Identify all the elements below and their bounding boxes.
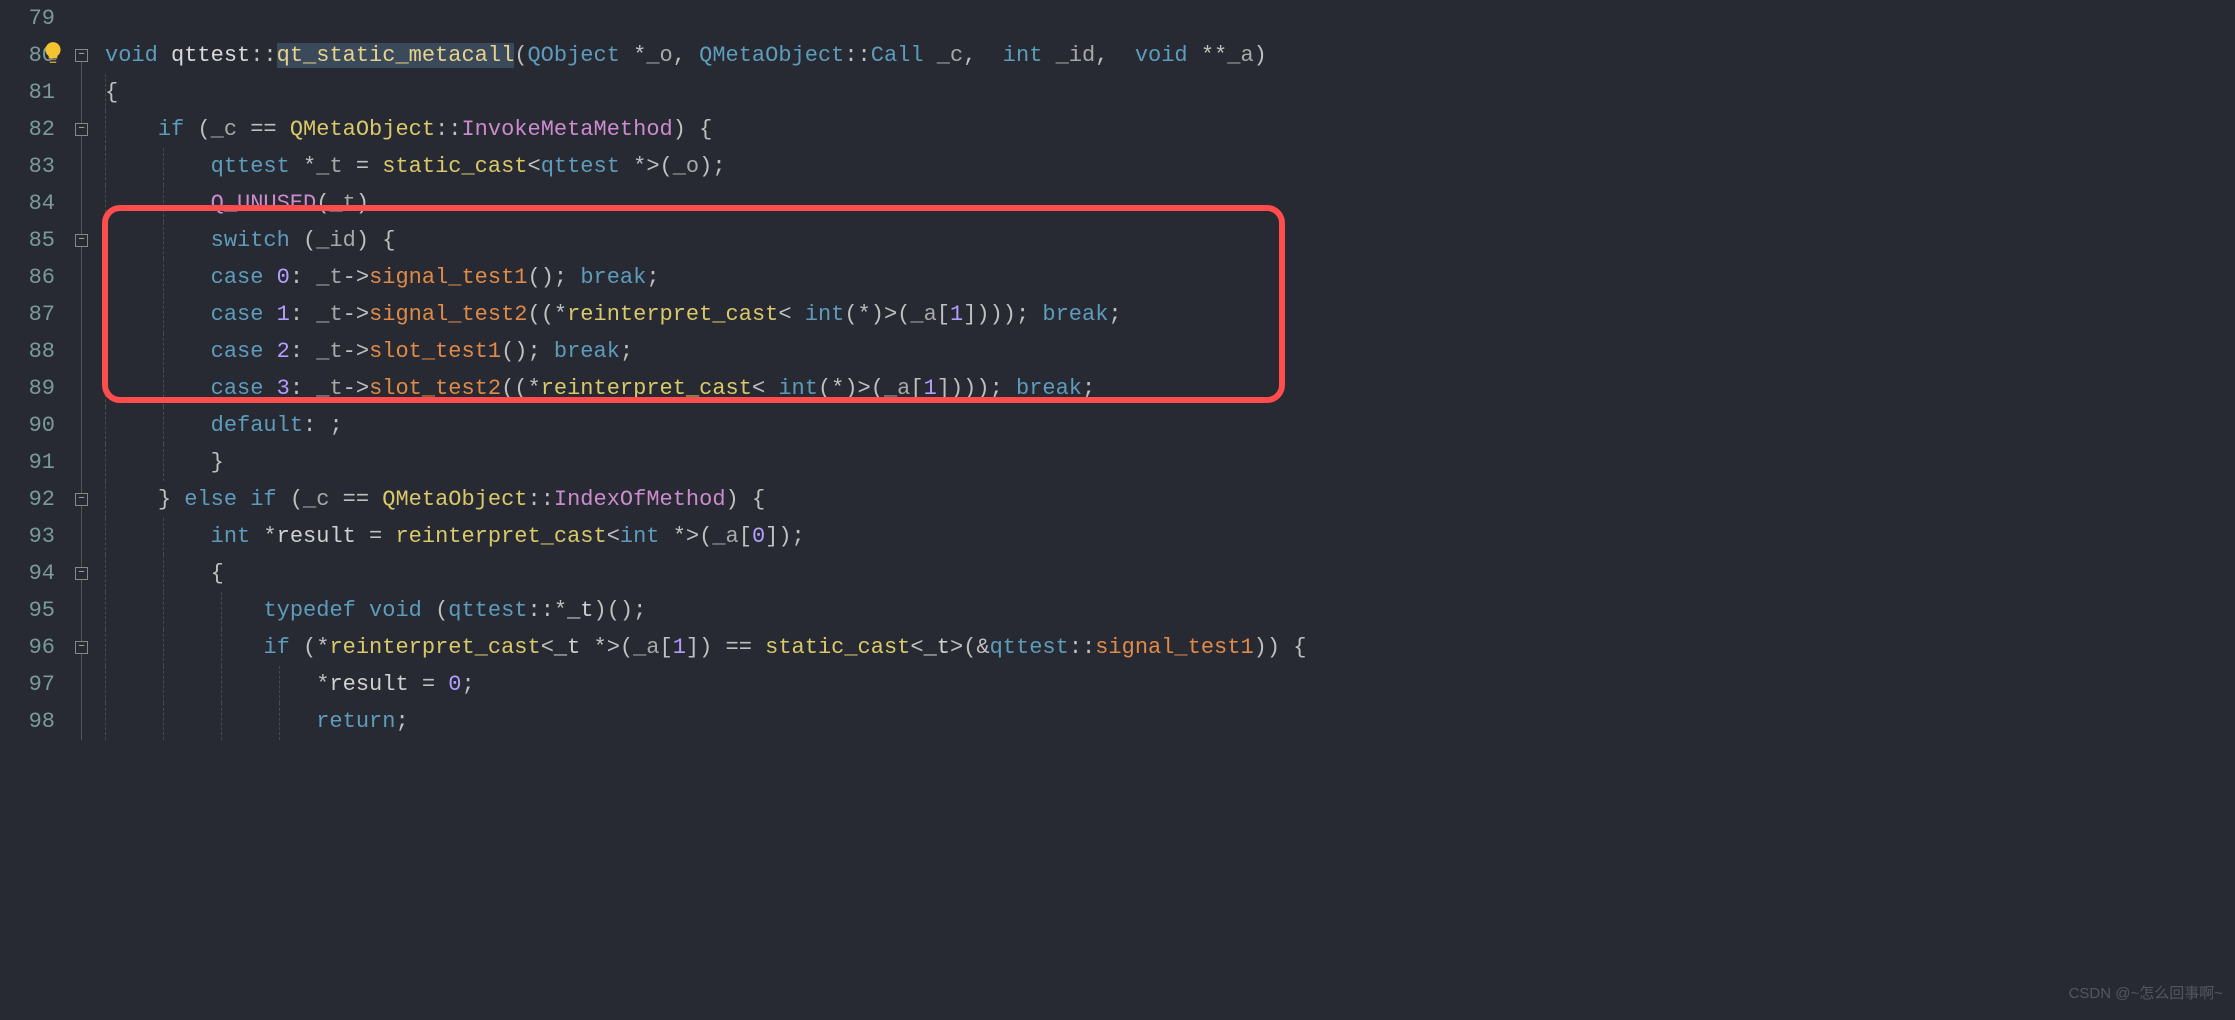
code-line[interactable]: } else if (_c == QMetaObject::IndexOfMet…: [105, 481, 2235, 518]
line-number: 85: [0, 222, 55, 259]
code-line[interactable]: default: ;: [105, 407, 2235, 444]
line-number: 91: [0, 444, 55, 481]
line-number: 96: [0, 629, 55, 666]
code-editor[interactable]: 79 80 81 82 83 84 85 86 87 88 89 90 91 9…: [0, 0, 2235, 1020]
lightbulb-icon[interactable]: [40, 40, 66, 66]
code-line[interactable]: *result = 0;: [105, 666, 2235, 703]
code-line[interactable]: case 0: _t->signal_test1(); break;: [105, 259, 2235, 296]
fold-toggle[interactable]: −: [75, 567, 88, 580]
code-line[interactable]: {: [105, 555, 2235, 592]
code-line[interactable]: qttest *_t = static_cast<qttest *>(_o);: [105, 148, 2235, 185]
line-number: 79: [0, 0, 55, 37]
line-number: 94: [0, 555, 55, 592]
fold-toggle[interactable]: −: [75, 493, 88, 506]
line-number: 82: [0, 111, 55, 148]
code-line[interactable]: {: [105, 74, 2235, 111]
code-line[interactable]: typedef void (qttest::*_t)();: [105, 592, 2235, 629]
code-line[interactable]: Q_UNUSED(_t): [105, 185, 2235, 222]
line-number: 98: [0, 703, 55, 740]
line-number: 97: [0, 666, 55, 703]
code-line[interactable]: if (_c == QMetaObject::InvokeMetaMethod)…: [105, 111, 2235, 148]
code-line[interactable]: int *result = reinterpret_cast<int *>(_a…: [105, 518, 2235, 555]
code-line[interactable]: case 2: _t->slot_test1(); break;: [105, 333, 2235, 370]
fold-toggle[interactable]: −: [75, 123, 88, 136]
fold-toggle[interactable]: −: [75, 641, 88, 654]
code-line[interactable]: switch (_id) {: [105, 222, 2235, 259]
line-number: 84: [0, 185, 55, 222]
line-number: 81: [0, 74, 55, 111]
code-line[interactable]: case 1: _t->signal_test2((*reinterpret_c…: [105, 296, 2235, 333]
code-line[interactable]: [105, 0, 2235, 37]
code-line[interactable]: case 3: _t->slot_test2((*reinterpret_cas…: [105, 370, 2235, 407]
line-number-gutter: 79 80 81 82 83 84 85 86 87 88 89 90 91 9…: [0, 0, 65, 1020]
fold-toggle[interactable]: −: [75, 234, 88, 247]
code-line[interactable]: if (*reinterpret_cast<_t *>(_a[1]) == st…: [105, 629, 2235, 666]
line-number: 86: [0, 259, 55, 296]
code-line[interactable]: return;: [105, 703, 2235, 740]
fold-column: − − − − − −: [65, 0, 105, 1020]
fold-toggle[interactable]: −: [75, 49, 88, 62]
line-number: 90: [0, 407, 55, 444]
code-line[interactable]: }: [105, 444, 2235, 481]
watermark: CSDN @~怎么回事啊~: [2069, 975, 2223, 1012]
line-number: 88: [0, 333, 55, 370]
function-name: qt_static_metacall: [277, 43, 515, 68]
line-number: 83: [0, 148, 55, 185]
line-number: 93: [0, 518, 55, 555]
code-area[interactable]: void qttest::qt_static_metacall(QObject …: [105, 0, 2235, 1020]
line-number: 95: [0, 592, 55, 629]
line-number: 87: [0, 296, 55, 333]
line-number: 89: [0, 370, 55, 407]
line-number: 92: [0, 481, 55, 518]
code-line[interactable]: void qttest::qt_static_metacall(QObject …: [105, 37, 2235, 74]
fold-line: [81, 50, 82, 740]
